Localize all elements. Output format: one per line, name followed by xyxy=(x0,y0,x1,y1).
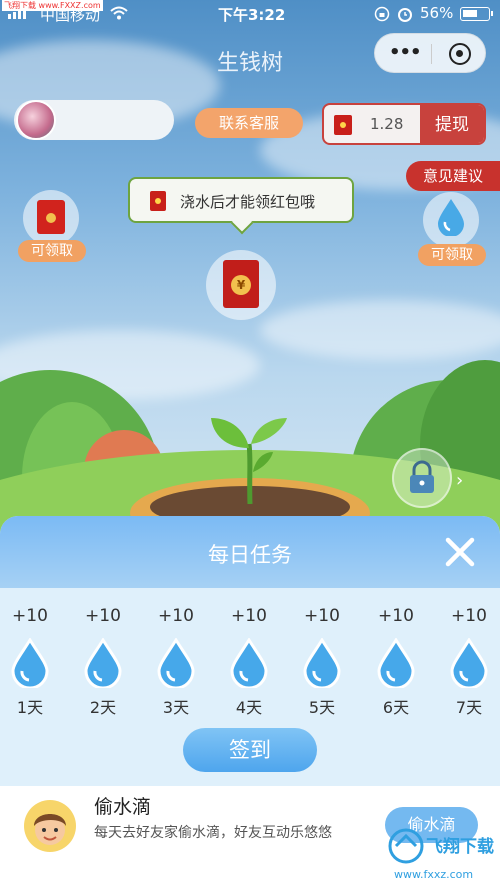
day-points: +10 xyxy=(304,606,340,626)
water-drop-icon xyxy=(230,638,268,688)
balance-amount: 1.28 xyxy=(370,115,404,133)
card-description: 每天去好友家偷水滴，好友互动乐悠悠 xyxy=(94,825,332,841)
cloud xyxy=(260,300,500,360)
day-list: +10 1天 +10 2天 +10 3天 +10 4天 +10 5天 +10 6… xyxy=(0,602,500,732)
day-points: +10 xyxy=(85,606,121,626)
tip-bubble: 浇水后才能领红包哦 xyxy=(128,177,354,223)
battery-icon xyxy=(460,7,493,21)
day-label: 1天 xyxy=(16,698,44,717)
watermark-logo: 飞翔下载 www.fxxz.com xyxy=(388,828,494,881)
day-points: +10 xyxy=(451,606,487,626)
more-icon[interactable]: ••• xyxy=(389,42,422,63)
sprout-icon[interactable] xyxy=(205,408,295,504)
card-title: 偷水滴 xyxy=(94,796,152,818)
battery-percent: 56% xyxy=(420,4,454,22)
avatar[interactable] xyxy=(16,100,56,140)
day-label: 7天 xyxy=(455,698,483,717)
wifi-icon xyxy=(110,6,128,20)
balance-widget: 1.28 提现 xyxy=(322,103,486,145)
signal-icon xyxy=(8,8,26,19)
water-drop-icon xyxy=(157,638,195,688)
water-drop-icon xyxy=(438,199,464,236)
day-item: +10 5天 xyxy=(292,602,352,718)
close-icon[interactable] xyxy=(440,532,480,572)
center-redpack-button[interactable]: ¥ xyxy=(206,250,276,320)
withdraw-button[interactable]: 提现 xyxy=(420,105,484,143)
red-envelope-icon xyxy=(334,115,352,135)
day-item: +10 7天 xyxy=(439,602,499,718)
carrier-name: 中国移动 xyxy=(40,6,101,24)
day-item: +10 1天 xyxy=(0,602,60,718)
claim-water-item[interactable]: 可领取 xyxy=(418,192,486,266)
red-envelope-icon xyxy=(37,200,65,234)
water-drop-icon xyxy=(303,638,341,688)
claim-redpack-item[interactable]: 可领取 xyxy=(18,190,86,264)
close-miniprogram-icon[interactable] xyxy=(449,43,471,65)
day-points: +10 xyxy=(12,606,48,626)
claim-water-circle[interactable] xyxy=(423,192,479,248)
water-drop-icon xyxy=(84,638,122,688)
svg-text:飞翔下载: 飞翔下载 xyxy=(426,836,494,857)
red-envelope-icon: ¥ xyxy=(223,260,259,308)
claim-label[interactable]: 可领取 xyxy=(18,240,86,262)
day-label: 2天 xyxy=(89,698,117,717)
lock-button[interactable] xyxy=(392,448,452,508)
feedback-button[interactable]: 意见建议 xyxy=(406,161,500,191)
day-item: +10 6天 xyxy=(366,602,426,718)
day-item: +10 2天 xyxy=(73,602,133,718)
water-drop-icon xyxy=(11,638,49,688)
yuan-coin-icon: ¥ xyxy=(231,275,251,295)
alarm-icon xyxy=(398,8,412,22)
day-label: 3天 xyxy=(162,698,190,717)
red-envelope-icon xyxy=(150,191,166,211)
day-item: +10 3天 xyxy=(146,602,206,718)
chevron-right-icon[interactable]: › xyxy=(456,470,463,491)
claim-label[interactable]: 可领取 xyxy=(418,244,486,266)
day-label: 6天 xyxy=(382,698,410,717)
day-label: 4天 xyxy=(235,698,263,717)
lock-icon xyxy=(410,460,434,493)
sheet-title: 每日任务 xyxy=(208,543,292,567)
water-drop-icon xyxy=(377,638,415,688)
divider xyxy=(431,44,432,64)
mini-program-capsule: ••• xyxy=(374,33,486,73)
boy-avatar-icon xyxy=(24,800,76,852)
contact-service-button[interactable]: 联系客服 xyxy=(195,108,303,138)
claim-redpack-circle[interactable] xyxy=(23,190,79,246)
signin-button[interactable]: 签到 xyxy=(183,728,317,772)
day-label: 5天 xyxy=(308,698,336,717)
sheet-header: 每日任务 xyxy=(0,516,500,588)
day-points: +10 xyxy=(231,606,267,626)
day-points: +10 xyxy=(158,606,194,626)
status-bar: 飞翔下载 www.FXXZ.com 中国移动 下午3:22 56% xyxy=(0,0,500,28)
day-item: +10 4天 xyxy=(219,602,279,718)
daily-task-sheet: 每日任务 +10 1天 +10 2天 +10 3天 +10 4天 +10 5天 … xyxy=(0,516,500,786)
day-points: +10 xyxy=(378,606,414,626)
status-time: 下午3:22 xyxy=(218,6,286,24)
water-drop-icon xyxy=(450,638,488,688)
rotation-lock-icon xyxy=(374,6,390,22)
tip-text: 浇水后才能领红包哦 xyxy=(180,193,316,211)
svg-text:www.fxxz.com: www.fxxz.com xyxy=(394,868,473,881)
user-info[interactable] xyxy=(14,100,174,140)
